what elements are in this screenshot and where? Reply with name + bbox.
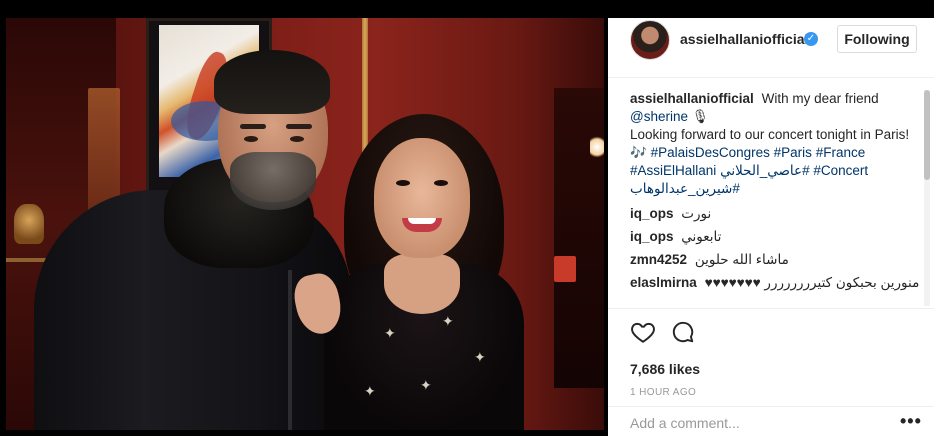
more-options-icon[interactable]: ••• bbox=[900, 411, 922, 432]
comment-item: iq_ops نورت bbox=[630, 205, 922, 223]
microphone-icon: 🎙 bbox=[691, 109, 709, 124]
post-photo[interactable]: ✦ ✦ ✦ ✦ ✦ bbox=[6, 18, 604, 430]
hashtag-link[interactable]: #Paris bbox=[774, 145, 812, 160]
comment-text: ماشاء الله حلوين bbox=[694, 252, 789, 267]
comment-item: elaslmirna منورين بحبكون كتيرررررررر ♥♥♥… bbox=[630, 274, 922, 292]
comment-item: zmn4252 ماشاء الله حلوين bbox=[630, 251, 922, 269]
photo-person-woman: ✦ ✦ ✦ ✦ ✦ bbox=[290, 114, 524, 430]
post-caption: assielhallaniofficial With my dear frien… bbox=[630, 90, 922, 198]
header-username[interactable]: assielhallaniofficial bbox=[680, 31, 808, 47]
photo-background bbox=[590, 136, 604, 158]
comment-text: تابعوني bbox=[681, 229, 722, 244]
comment-username[interactable]: iq_ops bbox=[630, 206, 674, 221]
comments-list[interactable]: assielhallaniofficial With my dear frien… bbox=[630, 90, 922, 306]
photo-background bbox=[554, 88, 604, 388]
comment-icon[interactable] bbox=[670, 319, 696, 345]
photo-person-man bbox=[34, 40, 352, 430]
following-button[interactable]: Following bbox=[837, 25, 917, 53]
mention-link[interactable]: @sherine bbox=[630, 109, 688, 124]
post-header: assielhallaniofficial ✓ Following bbox=[608, 18, 934, 78]
hashtag-link[interactable]: #France bbox=[816, 145, 866, 160]
avatar[interactable] bbox=[630, 20, 670, 60]
comment-username[interactable]: zmn4252 bbox=[630, 252, 687, 267]
photo-background bbox=[554, 256, 576, 282]
comment-username[interactable]: iq_ops bbox=[630, 229, 674, 244]
comment-text: نورت bbox=[681, 206, 712, 221]
heart-icon[interactable] bbox=[630, 319, 656, 345]
scrollbar-thumb[interactable] bbox=[924, 90, 930, 180]
comment-text: منورين بحبكون كتيرررررررر ♥♥♥♥♥♥♥ bbox=[704, 275, 920, 290]
verified-badge-icon: ✓ bbox=[804, 32, 818, 46]
hashtag-link[interactable]: #Concert bbox=[813, 163, 868, 178]
caption-text: With my dear friend bbox=[761, 91, 879, 106]
post-side-panel: assielhallaniofficial ✓ Following assiel… bbox=[608, 18, 934, 436]
instagram-post-viewer: ✦ ✦ ✦ ✦ ✦ assielhallaniofficial ✓ Follow… bbox=[0, 0, 934, 436]
comments-scrollbar[interactable] bbox=[924, 90, 930, 306]
add-comment-bar: ••• bbox=[608, 406, 934, 436]
comment-input[interactable] bbox=[630, 415, 890, 431]
post-timestamp[interactable]: 1 HOUR AGO bbox=[630, 387, 696, 398]
comment-username[interactable]: elaslmirna bbox=[630, 275, 697, 290]
caption-username[interactable]: assielhallaniofficial bbox=[630, 91, 754, 106]
hashtag-link[interactable]: #عاصي_الحلاني bbox=[720, 163, 810, 178]
hashtag-link[interactable]: #شيرين_عبدالوهاب bbox=[630, 181, 740, 196]
hashtag-link[interactable]: #AssiElHallani bbox=[630, 163, 716, 178]
post-actions: 7,686 likes 1 HOUR AGO bbox=[608, 308, 934, 398]
comment-item: iq_ops تابعوني bbox=[630, 228, 922, 246]
hashtag-link[interactable]: #PalaisDesCongres bbox=[651, 145, 770, 160]
likes-count[interactable]: 7,686 likes bbox=[630, 361, 700, 377]
